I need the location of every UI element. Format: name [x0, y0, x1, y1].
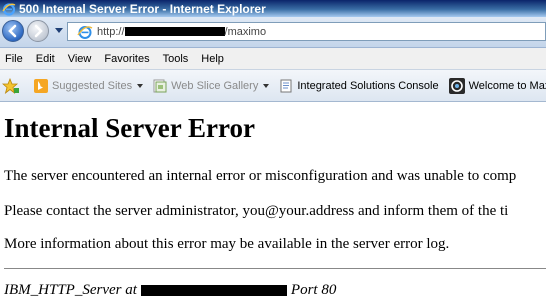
error-paragraph-2: Please contact the server administrator,…: [4, 203, 509, 219]
redacted-hostname: [140, 284, 287, 296]
menu-help[interactable]: Help: [201, 53, 224, 65]
menu-tools[interactable]: Tools: [163, 53, 189, 65]
back-button[interactable]: [2, 20, 24, 42]
page-icon: [279, 79, 293, 93]
forward-arrow-icon: [34, 24, 43, 38]
maximo-icon: [448, 77, 465, 94]
recent-pages-dropdown-icon[interactable]: [55, 28, 63, 33]
divider: [4, 268, 546, 269]
menu-favorites[interactable]: Favorites: [104, 53, 149, 65]
chevron-down-icon[interactable]: [137, 83, 144, 88]
menu-file[interactable]: File: [5, 53, 23, 65]
error-paragraph-3: More information about this error may be…: [4, 236, 450, 252]
favorite-label: Suggested Sites: [52, 79, 133, 92]
server-signature-port: Port 80: [290, 282, 337, 298]
favorites-star-button[interactable]: [1, 77, 24, 94]
navigation-bar: http:// /maximo: [0, 17, 546, 48]
back-arrow-icon: [8, 24, 17, 38]
favorite-integrated-solutions-console[interactable]: Integrated Solutions Console: [279, 79, 439, 93]
favorites-star-icon: [1, 77, 20, 94]
bing-icon: [34, 78, 48, 93]
favorite-label: Web Slice Gallery: [171, 79, 259, 92]
menu-view[interactable]: View: [68, 53, 92, 65]
url-path: /maximo: [224, 25, 267, 38]
title-bar: 500 Internal Server Error - Internet Exp…: [0, 0, 546, 17]
ie-page-icon: [77, 24, 93, 40]
favorite-label: Welcome to Maximo: [468, 79, 546, 92]
error-paragraph-1: The server encountered an internal error…: [4, 168, 517, 184]
url-prefix: http://: [97, 25, 125, 38]
favorite-welcome-to-maximo[interactable]: Welcome to Maximo: [448, 77, 546, 94]
page-title: Internal Server Error: [4, 113, 255, 143]
favorite-label: Integrated Solutions Console: [297, 79, 439, 92]
chevron-down-icon[interactable]: [263, 83, 270, 88]
internet-explorer-icon: [2, 2, 16, 16]
page-content: Internal Server Error The server encount…: [4, 101, 546, 298]
menu-edit[interactable]: Edit: [36, 53, 55, 65]
favorite-suggested-sites[interactable]: Suggested Sites: [34, 78, 144, 93]
redacted-hostname: [124, 27, 225, 36]
favorite-web-slice-gallery[interactable]: Web Slice Gallery: [153, 79, 270, 93]
address-bar[interactable]: http:// /maximo: [67, 22, 546, 41]
favorites-bar: Suggested Sites Web Slice Gallery Integr…: [0, 70, 546, 102]
menu-bar: File Edit View Favorites Tools Help: [0, 48, 546, 70]
forward-button[interactable]: [27, 20, 49, 42]
url-text[interactable]: http:// /maximo: [97, 26, 266, 38]
window-title: 500 Internal Server Error - Internet Exp…: [19, 1, 266, 16]
server-signature-prefix: IBM_HTTP_Server at: [4, 282, 137, 298]
server-signature: IBM_HTTP_Server at Port 80: [4, 281, 336, 299]
web-slice-icon: [153, 79, 167, 93]
